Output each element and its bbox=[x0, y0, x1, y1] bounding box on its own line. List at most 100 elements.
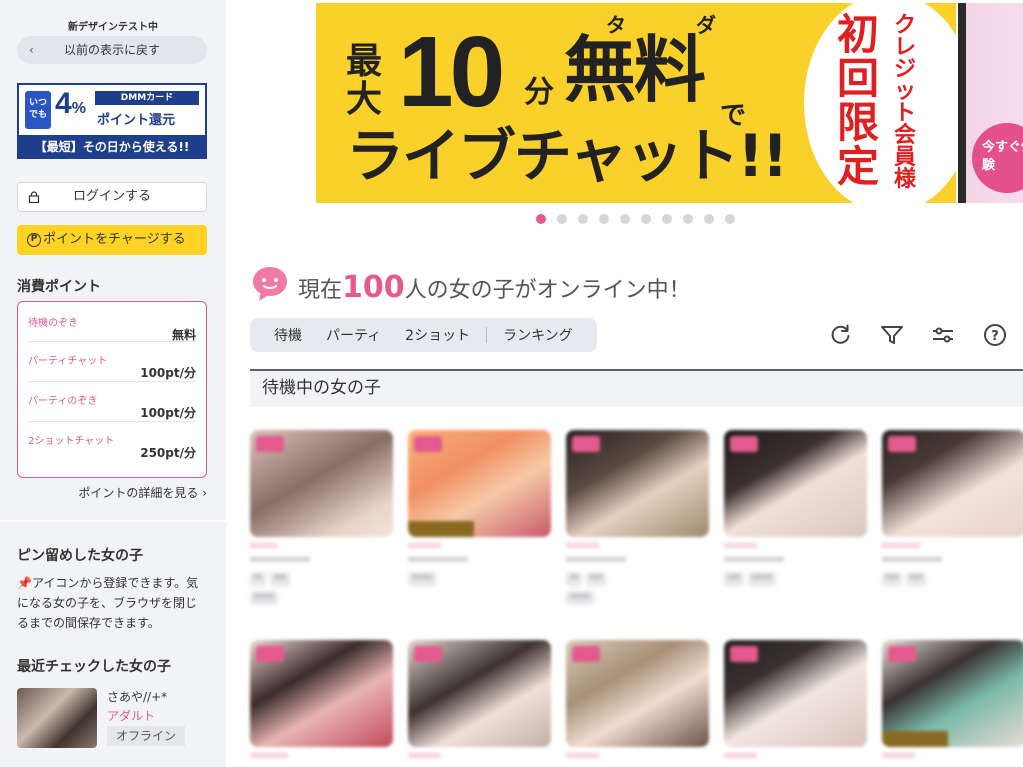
hero-ten: 10 bbox=[398, 16, 505, 128]
pinned-description: 📌アイコンから登録できます。気になる女の子を、ブラウザを閉じるまでの間保存できま… bbox=[17, 576, 199, 630]
recent-girl-item[interactable]: さあや//+* アダルト オフライン bbox=[17, 688, 207, 748]
girl-tags: ***** bbox=[566, 591, 709, 605]
points-value: 無料 bbox=[171, 328, 196, 342]
girl-photo bbox=[724, 430, 867, 537]
girl-name: ****** bbox=[408, 751, 441, 764]
girl-card[interactable]: ******* bbox=[250, 640, 393, 764]
carousel-dot[interactable] bbox=[683, 214, 693, 224]
recent-title: 最近チェックした女の子 bbox=[17, 659, 171, 675]
carousel-dot[interactable] bbox=[599, 214, 609, 224]
points-detail-link[interactable]: ポイントの詳細を見る › bbox=[0, 484, 207, 501]
lock-icon bbox=[28, 191, 40, 203]
girl-card[interactable]: ****** ************ *** ***** bbox=[724, 430, 867, 586]
points-row: パーティのぞき 100pt/分 bbox=[28, 382, 196, 422]
carousel-dot[interactable] bbox=[620, 214, 630, 224]
carousel-dot[interactable] bbox=[641, 214, 651, 224]
chat-bubble-icon bbox=[253, 267, 287, 301]
point-icon: P bbox=[27, 233, 41, 247]
online-count-text: 現在100人の女の子がオンライン中！ bbox=[298, 270, 691, 305]
carousel-dot[interactable] bbox=[704, 214, 714, 224]
refresh-icon[interactable] bbox=[827, 322, 853, 348]
girl-name: ****** bbox=[408, 541, 441, 554]
tab-party[interactable]: パーティ bbox=[314, 325, 393, 345]
sidebar: 新デザインテスト中 ‹ 以前の表示に戻す いつでも 4% DMMカード ポイント… bbox=[0, 0, 226, 767]
status-badge bbox=[414, 646, 442, 662]
girl-name: ***** bbox=[250, 541, 278, 554]
section-heading-waiting: 待機中の女の子 bbox=[250, 369, 1023, 407]
tab-2shot[interactable]: 2ショット bbox=[393, 325, 482, 345]
points-value: 250pt/分 bbox=[140, 446, 196, 460]
chevron-left-icon: ‹ bbox=[29, 43, 34, 57]
girl-photo bbox=[408, 430, 551, 537]
girl-card[interactable]: ****** ************ ***** bbox=[408, 430, 551, 586]
back-button-label: 以前の表示に戻す bbox=[63, 43, 160, 57]
new-badge bbox=[408, 521, 474, 537]
points-row: 2ショットチャット 250pt/分 bbox=[28, 422, 196, 462]
sidebar-divider bbox=[0, 520, 226, 522]
tab-taiki[interactable]: 待機 bbox=[262, 325, 314, 345]
status-badge bbox=[414, 436, 442, 452]
carousel-dot[interactable] bbox=[536, 214, 546, 224]
status-badge bbox=[256, 436, 284, 452]
svg-text:?: ? bbox=[991, 329, 999, 344]
carousel-next-slide[interactable]: 今すぐ体験 bbox=[958, 3, 1023, 203]
points-row: パーティチャット 100pt/分 bbox=[28, 342, 196, 382]
girl-card[interactable]: ******* ************ *** *** bbox=[882, 430, 1023, 586]
filter-icon[interactable] bbox=[879, 322, 905, 348]
girl-card[interactable]: ****** bbox=[882, 640, 1023, 764]
girl-name: ****** bbox=[724, 541, 757, 554]
carousel-dot[interactable] bbox=[725, 214, 735, 224]
girl-card[interactable]: ****** ************ ** *** ***** bbox=[566, 430, 709, 605]
banner-top: いつでも 4% DMMカード ポイント還元 bbox=[19, 85, 205, 135]
pin-icon: 📌 bbox=[17, 576, 32, 590]
tab-ranking[interactable]: ランキング bbox=[491, 325, 585, 345]
design-test-notice: 新デザインテスト中 bbox=[68, 22, 158, 33]
charge-points-button[interactable]: P ポイントをチャージする bbox=[17, 225, 207, 255]
status-badge bbox=[572, 436, 600, 452]
carousel-dot[interactable] bbox=[662, 214, 672, 224]
girl-comment: ************ bbox=[408, 556, 468, 567]
login-label: ログインする bbox=[72, 189, 151, 204]
status-badge bbox=[730, 436, 758, 452]
girl-card[interactable]: ***** ************ ** *** ***** bbox=[250, 430, 393, 605]
back-to-old-design-button[interactable]: ‹ 以前の表示に戻す bbox=[17, 36, 207, 64]
banner-dmm-card: DMMカード bbox=[95, 91, 199, 105]
girl-photo bbox=[882, 640, 1023, 747]
category-tabs: 待機 パーティ 2ショット ランキング bbox=[250, 318, 597, 352]
girl-card[interactable]: ****** bbox=[408, 640, 551, 764]
girl-photo bbox=[882, 430, 1023, 537]
help-icon[interactable]: ? bbox=[982, 322, 1008, 348]
banner-bottom: 【最短】その日から使える!! bbox=[34, 140, 190, 154]
hero-credit: クレジット会員様 bbox=[893, 13, 916, 192]
girl-card[interactable]: ****** bbox=[724, 640, 867, 764]
points-value: 100pt/分 bbox=[140, 366, 196, 380]
girl-tags: *** ***** bbox=[724, 572, 867, 586]
points-label: パーティのぞき bbox=[28, 396, 98, 407]
girl-tags: ***** bbox=[566, 572, 709, 586]
hero-live: ライブチャット!! bbox=[346, 122, 788, 190]
tab-separator bbox=[486, 327, 488, 343]
status-badge bbox=[888, 436, 916, 452]
carousel-dot[interactable] bbox=[578, 214, 588, 224]
points-label: 2ショットチャット bbox=[28, 436, 115, 447]
dmm-card-banner[interactable]: いつでも 4% DMMカード ポイント還元 【最短】その日から使える!! bbox=[17, 83, 207, 159]
recent-girl-status: オフライン bbox=[107, 726, 185, 746]
hero-banner[interactable]: 最大 タ ダ 10 分 無料 で ライブチャット!! 初回限定 クレジット会員様 bbox=[316, 3, 956, 203]
hero-right-badge: 今すぐ体験 bbox=[972, 123, 1023, 193]
hero-fun: 分 bbox=[524, 75, 554, 110]
points-value: 100pt/分 bbox=[140, 406, 196, 420]
girl-comment: ************ bbox=[724, 556, 784, 567]
settings-sliders-icon[interactable] bbox=[930, 322, 956, 348]
carousel-prev-slide[interactable] bbox=[250, 3, 314, 203]
carousel-dot[interactable] bbox=[557, 214, 567, 224]
girl-card[interactable]: ****** bbox=[566, 640, 709, 764]
recent-girl-category: アダルト bbox=[107, 709, 156, 723]
points-title: 消費ポイント bbox=[17, 279, 101, 295]
login-button[interactable]: ログインする bbox=[17, 182, 207, 212]
new-badge bbox=[882, 731, 948, 747]
hero-saidai: 最大 bbox=[346, 41, 383, 120]
hero-muryou: 無料 bbox=[564, 28, 706, 112]
recent-girl-thumbnail bbox=[17, 688, 97, 748]
girl-name: ******* bbox=[882, 541, 921, 554]
girl-tags: *** *** bbox=[882, 572, 1023, 586]
